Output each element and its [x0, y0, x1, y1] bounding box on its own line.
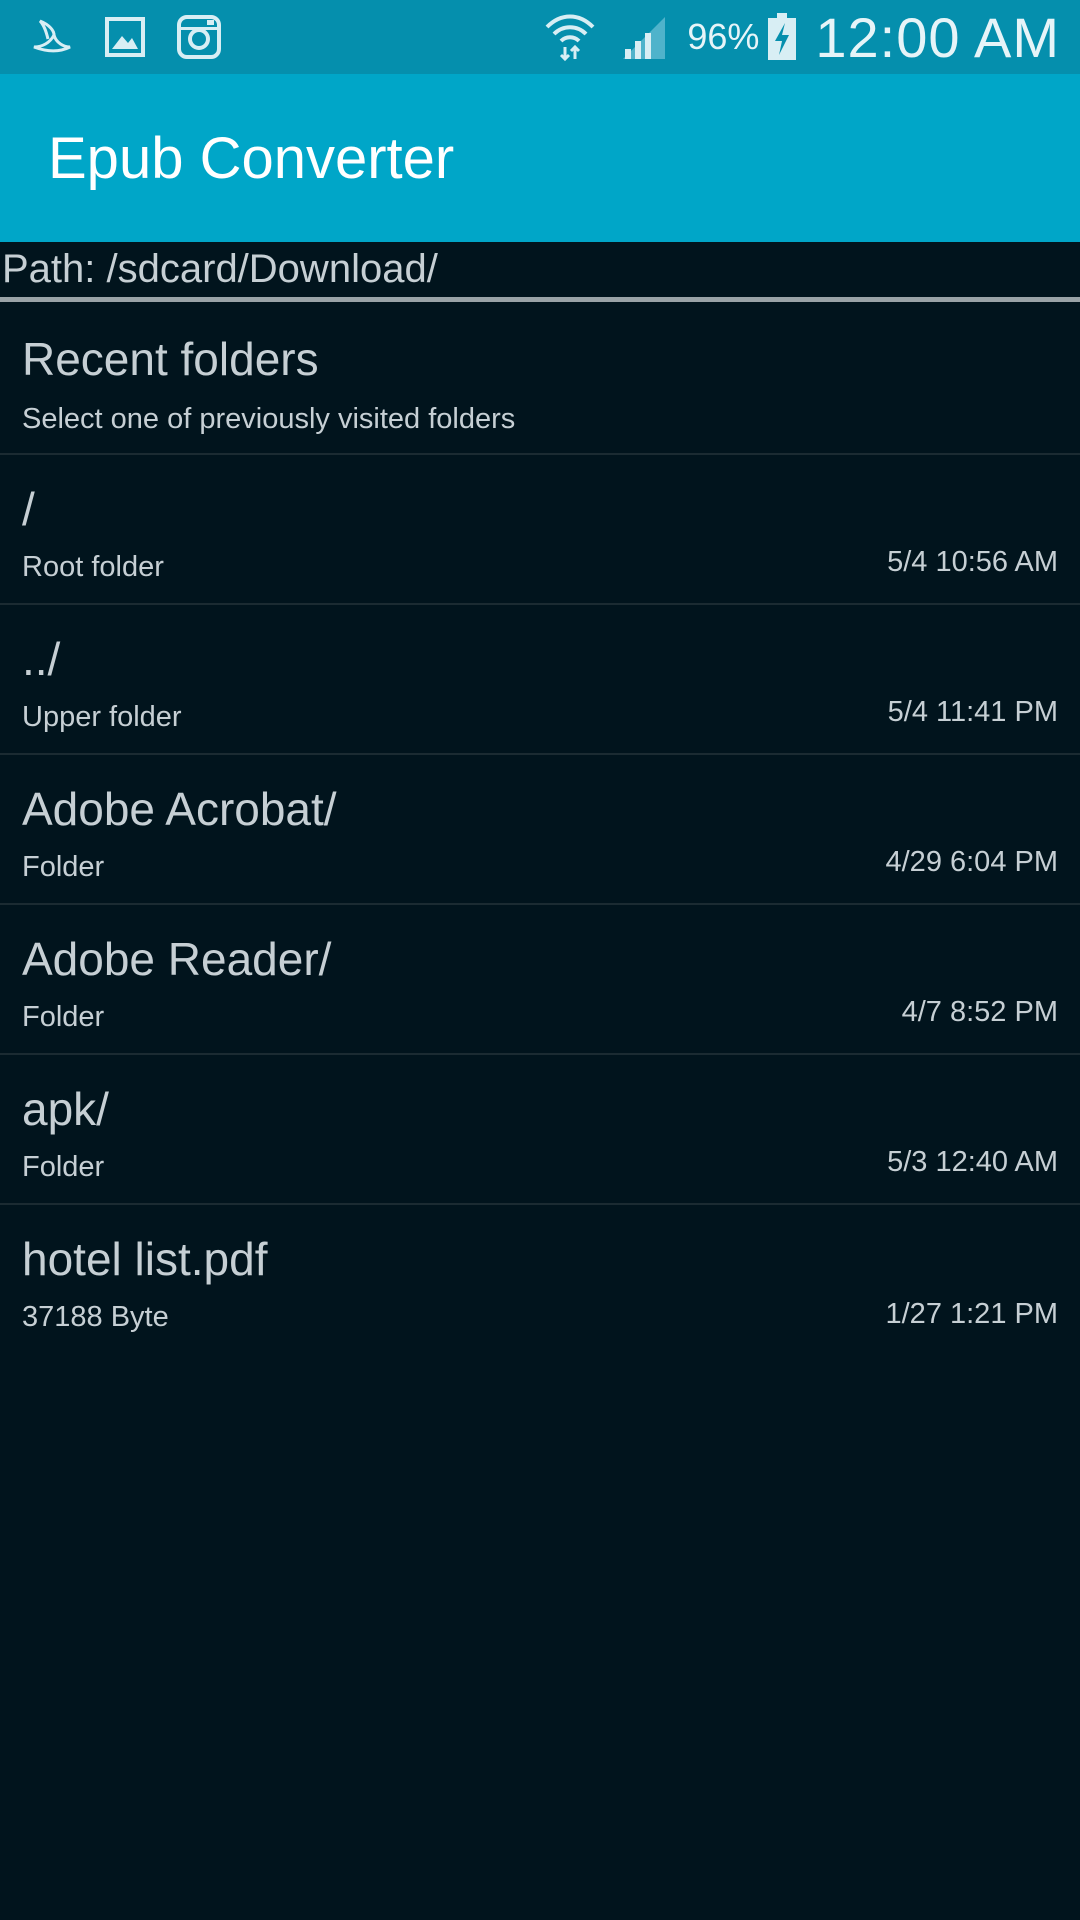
path-text: Path: /sdcard/Download/	[2, 247, 438, 291]
item-time: 5/4 10:56 AM	[887, 546, 1058, 578]
item-name: Adobe Reader/	[22, 933, 332, 985]
wifi-icon	[543, 11, 597, 63]
list-item-hotel-list-pdf[interactable]: hotel list.pdf 37188 Byte 1/27 1:21 PM	[0, 1205, 1080, 1355]
instagram-icon	[176, 14, 222, 60]
app-title: Epub Converter	[48, 125, 455, 191]
item-name: apk/	[22, 1083, 109, 1135]
item-time: 1/27 1:21 PM	[885, 1298, 1059, 1330]
item-name: /	[22, 483, 35, 535]
item-name: hotel list.pdf	[22, 1233, 268, 1285]
battery-charging-icon	[767, 13, 797, 61]
recent-folders-item[interactable]: Recent folders Select one of previously …	[0, 305, 1080, 455]
item-time: 4/7 8:52 PM	[901, 996, 1058, 1028]
item-time: 4/29 6:04 PM	[885, 846, 1059, 878]
item-time: 5/3 12:40 AM	[887, 1146, 1058, 1178]
recent-folders-title: Recent folders	[22, 333, 319, 385]
list-item-root[interactable]: / Root folder 5/4 10:56 AM	[0, 455, 1080, 605]
file-list: Recent folders Select one of previously …	[0, 305, 1080, 1355]
list-item-apk[interactable]: apk/ Folder 5/3 12:40 AM	[0, 1055, 1080, 1205]
battery-percent: 96%	[687, 16, 760, 57]
path-bar: Path: /sdcard/Download/	[0, 242, 1080, 302]
status-bar: 96% 12:00 AM	[0, 0, 1080, 74]
bird-icon	[30, 17, 74, 57]
list-item-upper[interactable]: ../ Upper folder 5/4 11:41 PM	[0, 605, 1080, 755]
item-name: ../	[22, 633, 61, 685]
status-right-icons: 96% 12:00 AM	[521, 5, 1060, 70]
list-item-adobe-acrobat[interactable]: Adobe Acrobat/ Folder 4/29 6:04 PM	[0, 755, 1080, 905]
item-name: Adobe Acrobat/	[22, 783, 337, 835]
recent-folders-subtitle: Select one of previously visited folders	[22, 403, 516, 435]
app-bar: Epub Converter	[0, 74, 1080, 242]
signal-icon	[619, 13, 669, 61]
item-time: 5/4 11:41 PM	[887, 696, 1058, 728]
list-item-adobe-reader[interactable]: Adobe Reader/ Folder 4/7 8:52 PM	[0, 905, 1080, 1055]
status-left-icons	[30, 14, 252, 60]
clock: 12:00 AM	[815, 5, 1060, 69]
gallery-icon	[104, 16, 146, 58]
